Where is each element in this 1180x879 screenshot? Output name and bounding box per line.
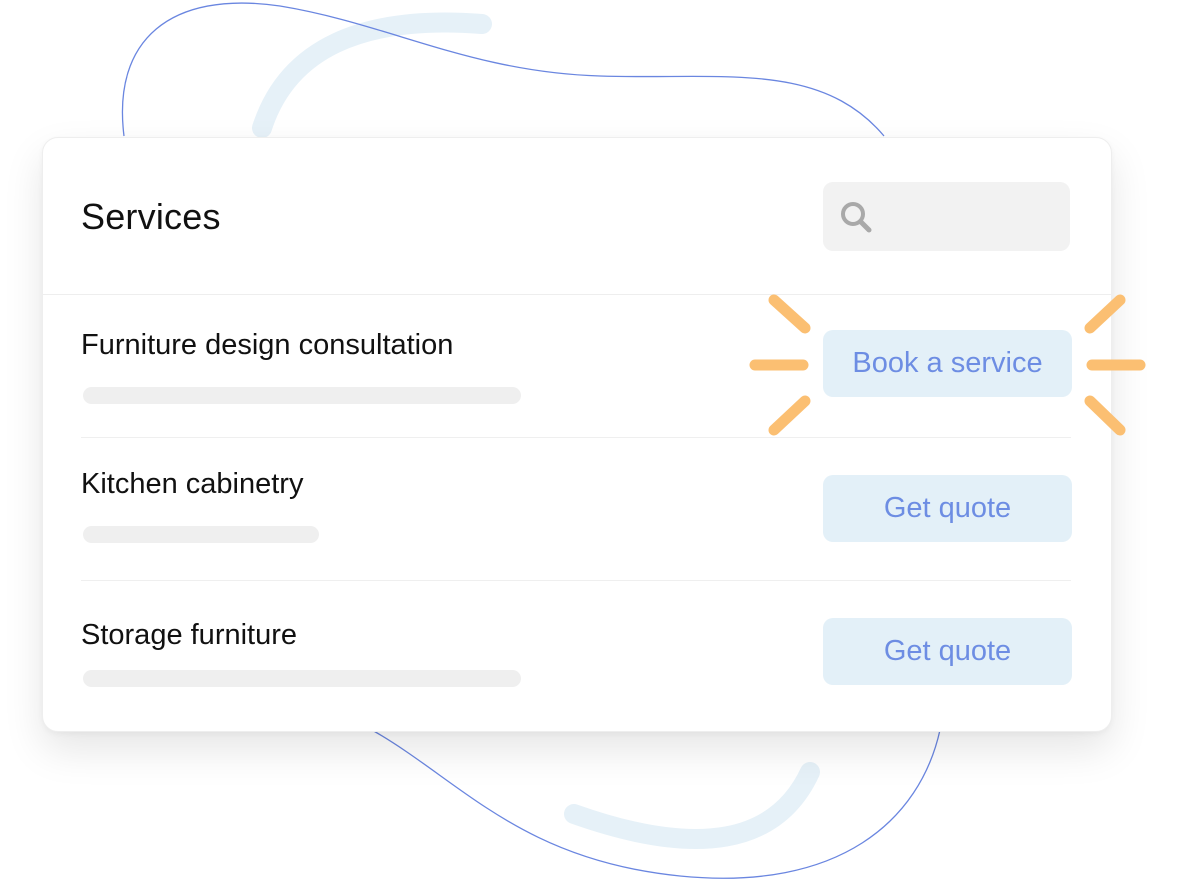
service-name: Furniture design consultation bbox=[81, 329, 454, 361]
decorative-line-top bbox=[121, 2, 885, 137]
placeholder-bar bbox=[83, 526, 319, 543]
get-quote-button[interactable]: Get quote bbox=[823, 618, 1072, 685]
search-input[interactable] bbox=[823, 182, 1070, 251]
service-name: Kitchen cabinetry bbox=[81, 468, 304, 500]
row-divider bbox=[81, 437, 1071, 438]
decorative-arc-top bbox=[252, 12, 492, 138]
decorative-line-bottom bbox=[371, 729, 941, 879]
get-quote-button[interactable]: Get quote bbox=[823, 475, 1072, 542]
search-icon bbox=[841, 202, 872, 233]
row-divider bbox=[81, 580, 1071, 581]
placeholder-bar bbox=[83, 670, 521, 687]
service-name: Storage furniture bbox=[81, 619, 298, 651]
illustration: Services Furniture design consultation B… bbox=[0, 0, 1180, 879]
services-card: Services Furniture design consultation B… bbox=[42, 137, 1112, 732]
placeholder-bar bbox=[83, 387, 521, 404]
card-title: Services bbox=[81, 196, 221, 237]
header-divider bbox=[43, 294, 1111, 295]
book-service-button[interactable]: Book a service bbox=[823, 330, 1072, 397]
decorative-arc-bottom bbox=[564, 762, 820, 850]
